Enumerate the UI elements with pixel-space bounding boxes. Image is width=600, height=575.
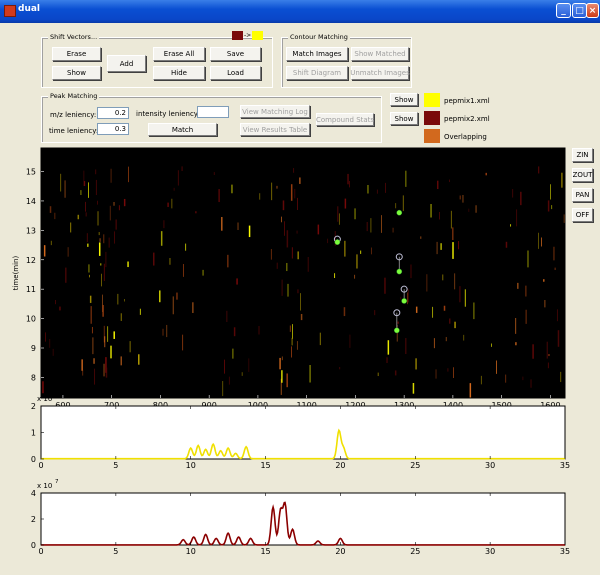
time-leniency-label: time leniency:	[49, 127, 99, 135]
y-tick-label: 11	[26, 285, 36, 294]
y-tick-label: 4	[31, 489, 36, 498]
shift-from-swatch	[232, 31, 243, 40]
window-title: dual	[18, 4, 41, 14]
compound-stats-button[interactable]: Compound Stats	[316, 113, 374, 126]
matched-peak-point	[396, 268, 403, 275]
matlab-icon	[4, 5, 16, 17]
maximize-button[interactable]: □	[572, 3, 587, 18]
erase-all-button[interactable]: Erase All	[153, 47, 205, 61]
x-tick-label: 0	[38, 547, 43, 556]
title-bar: dual _ □ ×	[0, 0, 600, 23]
y-axis-label: time(min)	[12, 255, 20, 290]
load-button[interactable]: Load	[210, 66, 261, 80]
x-tick-label: 30	[485, 461, 495, 470]
y-tick-label: 8	[31, 373, 36, 382]
intensity-leniency-input[interactable]	[197, 106, 229, 118]
exponent-label: x 10	[37, 395, 52, 403]
shift-vectors-panel: Shift Vectors...	[41, 33, 273, 88]
pepmix1-swatch	[424, 93, 440, 107]
x-tick-label: 5	[113, 461, 118, 470]
add-button[interactable]: Add	[107, 55, 146, 72]
x-tick-label: 25	[410, 461, 420, 470]
shift-vectors-title: Shift Vectors...	[48, 33, 100, 41]
x-tick-label: 15	[260, 461, 270, 470]
y-tick-label: 0	[31, 541, 36, 550]
minimize-button[interactable]: _	[556, 3, 571, 18]
y-tick-label: 14	[26, 197, 36, 206]
y-tick-label: 0	[31, 455, 36, 464]
chromatogram-frame	[40, 405, 566, 460]
peak-matching-title: Peak Matching	[48, 92, 100, 100]
exponent-label: x 10	[37, 482, 52, 490]
close-button[interactable]: ×	[586, 3, 599, 18]
matched-peak-point	[334, 239, 341, 245]
matched-peak-point	[393, 327, 400, 334]
y-tick-label: 9	[31, 344, 36, 353]
hide-button[interactable]: Hide	[153, 66, 205, 80]
x-tick-label: 0	[38, 461, 43, 470]
plot-background	[41, 148, 565, 398]
x-tick-label: 25	[410, 547, 420, 556]
mz-leniency-label: m/z leniency:	[50, 111, 97, 119]
pepmix2-swatch	[424, 111, 440, 125]
mz-leniency-input[interactable]: 0.2	[97, 107, 129, 119]
show-matched-button[interactable]: Show Matched	[351, 47, 409, 61]
shift-diagram-button[interactable]: Shift Diagram	[286, 66, 348, 80]
exponent-power: 7	[55, 392, 59, 398]
x-tick-label: 10	[186, 461, 196, 470]
y-tick-label: 15	[26, 168, 36, 177]
show-pepmix2-button[interactable]: Show	[390, 112, 418, 125]
pepmix1-label: pepmix1.xml	[444, 97, 490, 105]
unmatch-images-button[interactable]: Unmatch Images	[350, 66, 410, 80]
show-button[interactable]: Show	[52, 66, 101, 80]
mz-time-plot[interactable]: 6007008009001000110012001300140015001600…	[0, 140, 600, 410]
x-tick-label: 20	[335, 461, 345, 470]
y-tick-label: 10	[26, 315, 36, 324]
chromatogram-frame	[40, 492, 566, 546]
matched-peak-point	[401, 298, 407, 304]
match-button[interactable]: Match	[148, 123, 217, 136]
pepmix2-chromatogram[interactable]: 0 5 10 15 20 25 30 35 0 2 4x 10 7	[0, 475, 600, 575]
exponent-power: 7	[55, 479, 59, 485]
show-pepmix1-button[interactable]: Show	[390, 93, 418, 106]
x-tick-label: 5	[113, 547, 118, 556]
y-tick-label: 13	[26, 226, 36, 235]
erase-button[interactable]: Erase	[52, 47, 101, 61]
contour-matching-panel: Contour Matching	[281, 33, 412, 88]
pepmix1-chromatogram[interactable]: 0 5 10 15 20 25 30 35 0 1 2x 10 7	[0, 385, 600, 475]
y-tick-label: 12	[26, 256, 36, 265]
x-tick-label: 30	[485, 547, 495, 556]
x-tick-label: 15	[260, 547, 270, 556]
contour-matching-title: Contour Matching	[288, 33, 350, 41]
pepmix2-label: pepmix2.xml	[444, 115, 490, 123]
shift-to-swatch	[252, 31, 263, 40]
y-tick-label: 1	[31, 429, 36, 438]
match-images-button[interactable]: Match Images	[286, 47, 348, 61]
x-tick-label: 35	[560, 547, 570, 556]
matched-peak-point	[396, 209, 403, 216]
view-matching-log-button[interactable]: View Matching Log	[240, 105, 310, 118]
shift-arrow-label: ->	[244, 32, 252, 39]
view-results-table-button[interactable]: View Results Table	[240, 123, 310, 136]
y-tick-label: 2	[31, 402, 36, 411]
save-button[interactable]: Save	[210, 47, 261, 61]
x-tick-label: 20	[335, 547, 345, 556]
menu-bar	[0, 23, 600, 31]
time-leniency-input[interactable]: 0.3	[97, 123, 129, 135]
intensity-leniency-label: intensity leniency:	[136, 110, 200, 118]
y-tick-label: 2	[31, 515, 36, 524]
x-tick-label: 35	[560, 461, 570, 470]
x-tick-label: 10	[186, 547, 196, 556]
